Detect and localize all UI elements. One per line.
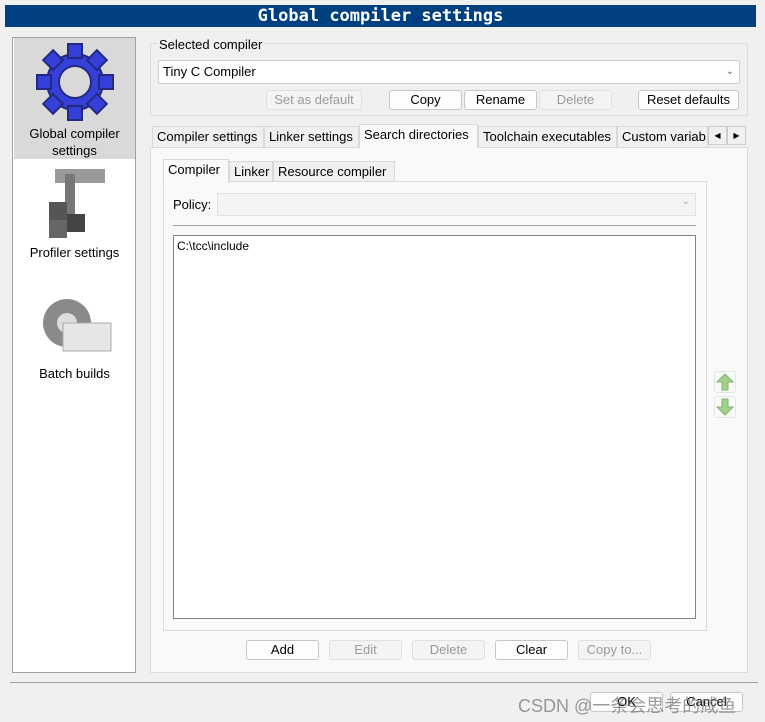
subtab-linker[interactable]: Linker	[229, 161, 273, 182]
copy-button[interactable]: Copy	[389, 90, 462, 110]
list-item[interactable]: C:\tcc\include	[177, 239, 692, 253]
policy-label: Policy:	[173, 197, 212, 212]
add-directory-button[interactable]: Add	[246, 640, 319, 660]
move-up-button[interactable]	[714, 371, 736, 393]
chevron-down-icon: ⌄	[681, 196, 690, 207]
compiler-select-value: Tiny C Compiler	[163, 64, 256, 79]
tab-custom-variables[interactable]: Custom variab	[617, 126, 708, 148]
sidebar-item-profiler[interactable]: Profiler settings	[14, 164, 135, 264]
delete-compiler-button[interactable]: Delete	[539, 90, 612, 110]
tab-search-directories[interactable]: Search directories	[359, 124, 478, 148]
gear-icon	[35, 43, 114, 121]
clear-directories-button[interactable]: Clear	[495, 640, 568, 660]
arrow-down-icon	[715, 398, 735, 416]
arrow-up-icon	[715, 373, 735, 391]
reset-defaults-button[interactable]: Reset defaults	[638, 90, 739, 110]
settings-tabs: Compiler settings Linker settings Search…	[150, 124, 710, 148]
rename-button[interactable]: Rename	[464, 90, 537, 110]
tab-scroll-right-button[interactable]: ▶	[727, 126, 746, 145]
tab-compiler-settings[interactable]: Compiler settings	[152, 126, 264, 148]
compiler-select[interactable]: Tiny C Compiler ⌄	[158, 60, 740, 84]
footer-divider	[10, 682, 758, 683]
batch-builds-icon	[42, 299, 111, 352]
move-down-button[interactable]	[714, 396, 736, 418]
sidebar-item-label: Profiler settings	[29, 245, 120, 260]
divider	[173, 225, 696, 226]
watermark: CSDN @一条会思考的咸鱼	[518, 696, 737, 716]
chevron-down-icon: ⌄	[725, 66, 734, 77]
subtabs: Compiler Linker Resource compiler	[163, 159, 395, 183]
settings-category-list[interactable]: Global compiler settings Profiler settin…	[12, 37, 136, 673]
tab-linker-settings[interactable]: Linker settings	[264, 126, 359, 148]
policy-select[interactable]: ⌄	[217, 193, 696, 216]
subtab-resource-compiler[interactable]: Resource compiler	[273, 161, 395, 182]
tab-toolchain-executables[interactable]: Toolchain executables	[478, 126, 617, 148]
selected-compiler-label: Selected compiler	[157, 37, 265, 52]
delete-directory-button[interactable]: Delete	[412, 640, 485, 660]
sidebar-item-global-compiler[interactable]: Global compiler settings	[14, 38, 135, 159]
directories-list[interactable]: C:\tcc\include	[173, 235, 696, 619]
sidebar-item-label: Batch builds	[39, 366, 110, 381]
sidebar-item-label: Global compiler settings	[29, 126, 120, 158]
tab-scroll-left-button[interactable]: ◀	[708, 126, 727, 145]
copy-to-button[interactable]: Copy to...	[578, 640, 651, 660]
dialog-title: Global compiler settings	[5, 5, 756, 27]
subtab-compiler[interactable]: Compiler	[163, 159, 229, 183]
sidebar-item-batch-builds[interactable]: Batch builds	[14, 293, 135, 393]
edit-directory-button[interactable]: Edit	[329, 640, 402, 660]
profiler-icon	[48, 169, 105, 238]
set-as-default-button[interactable]: Set as default	[266, 90, 362, 110]
